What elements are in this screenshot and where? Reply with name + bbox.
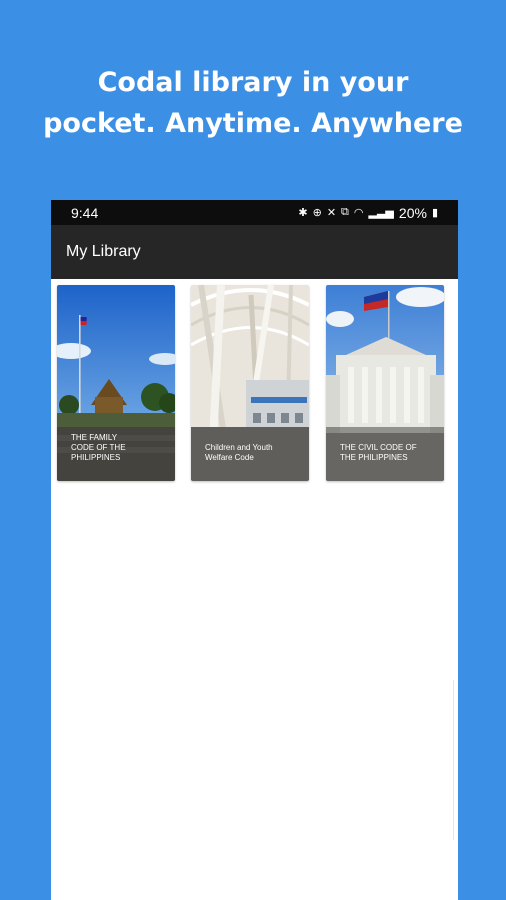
app-bar: My Library [51, 225, 458, 279]
promo-line-1: Codal library in your [97, 67, 409, 98]
scroll-edge [453, 680, 458, 840]
book-card-civil-code[interactable]: THE CIVIL CODE OF THE PHILIPPINES [326, 285, 444, 481]
promo-headline: Codal library in your pocket. Anytime. A… [0, 62, 506, 144]
status-time: 9:44 [71, 204, 99, 221]
library-grid: THE FAMILY CODE OF THE PHILIPPINES Child… [51, 279, 458, 481]
promo-line-2: pocket. Anytime. Anywhere [43, 108, 463, 139]
status-icons: ✱ ⊕ ✕ ⧉ ◠ ▂▃▅ 20% ▮ [298, 205, 438, 221]
battery-level: 20% [398, 204, 427, 221]
book-title-line: Welfare Code [205, 453, 254, 462]
book-title-line: PHILIPPINES [71, 453, 121, 462]
book-title-line: THE PHILIPPINES [340, 453, 408, 462]
book-title: THE CIVIL CODE OF THE PHILIPPINES [340, 443, 436, 463]
book-title-line: THE FAMILY [71, 433, 118, 442]
signal-icon: ▂▃▅ [368, 207, 394, 219]
book-title-line: CODE OF THE [71, 443, 126, 452]
app-bar-title: My Library [66, 243, 141, 260]
phone-screen: 9:44 ✱ ⊕ ✕ ⧉ ◠ ▂▃▅ 20% ▮ My Library THE … [51, 200, 458, 900]
battery-icon: ▮ [431, 207, 438, 219]
mute-icon: ✕ [326, 207, 337, 219]
status-bar: 9:44 ✱ ⊕ ✕ ⧉ ◠ ▂▃▅ 20% ▮ [51, 200, 458, 225]
vibrate-icon: ⧉ [341, 206, 349, 218]
data-saver-icon: ⊕ [312, 207, 322, 219]
bluetooth-icon: ✱ [298, 207, 308, 219]
book-title: Children and Youth Welfare Code [205, 443, 301, 463]
book-title: THE FAMILY CODE OF THE PHILIPPINES [71, 433, 167, 463]
wifi-icon: ◠ [353, 207, 364, 219]
book-title-line: THE CIVIL CODE OF [340, 443, 417, 452]
book-card-children-youth-welfare-code[interactable]: Children and Youth Welfare Code [191, 285, 309, 481]
book-card-family-code[interactable]: THE FAMILY CODE OF THE PHILIPPINES [57, 285, 175, 481]
book-title-line: Children and Youth [205, 443, 273, 452]
